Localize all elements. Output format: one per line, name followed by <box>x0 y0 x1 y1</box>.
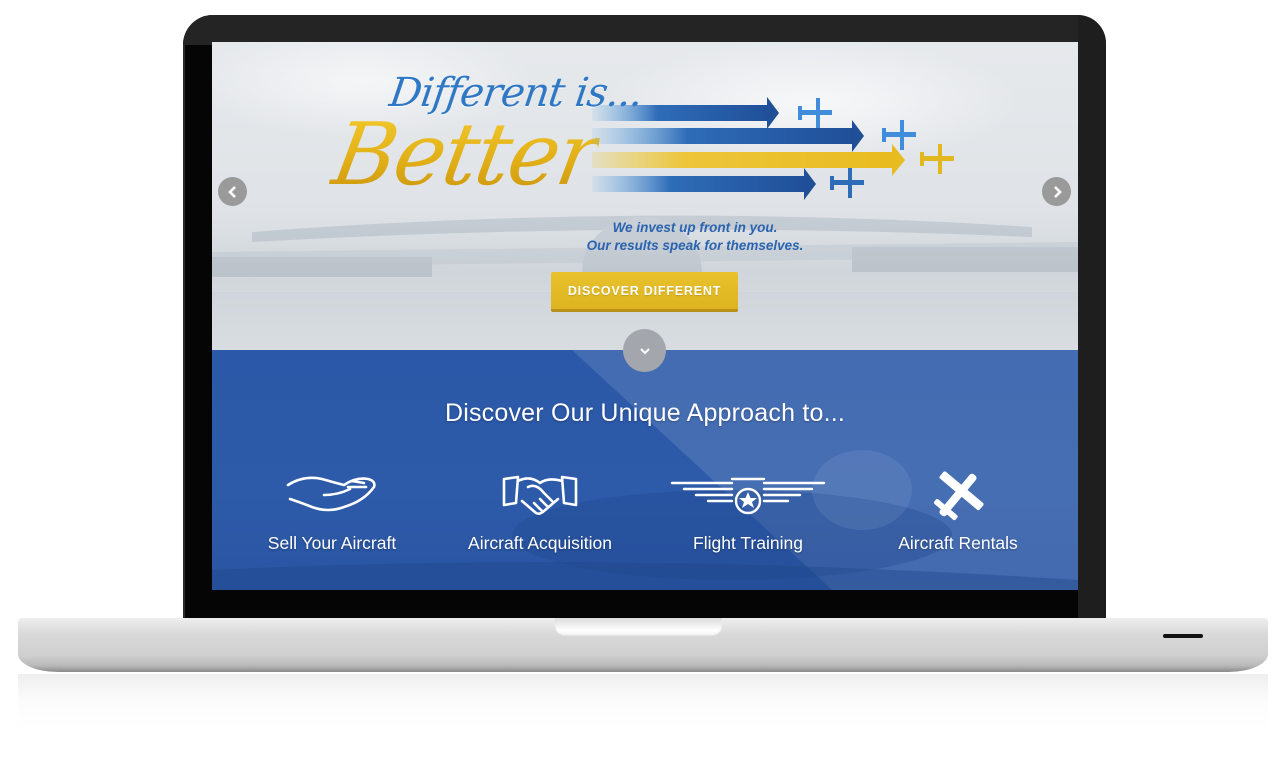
approach-title: Discover Our Unique Approach to... <box>444 399 846 427</box>
hero-slider: Different is... Better We invest up fron… <box>212 42 1078 350</box>
scroll-down-button[interactable] <box>623 329 666 372</box>
hero-subline-1: We invest up front in you. <box>612 220 778 235</box>
service-sell-your-aircraft[interactable]: Sell Your Aircraft <box>232 462 432 562</box>
service-label: Flight Training <box>693 533 803 553</box>
service-flight-training[interactable]: Flight Training <box>648 462 848 562</box>
slider-prev-button[interactable] <box>218 177 247 206</box>
arrow-2 <box>592 120 864 152</box>
plane-icon <box>920 144 954 174</box>
arrow-3 <box>592 144 905 176</box>
pilot-wings-icon <box>670 477 826 515</box>
airplane-icon <box>933 471 984 521</box>
laptop-reflection <box>18 674 1268 730</box>
plane-icon <box>798 98 832 128</box>
website-screen: Different is... Better We invest up fron… <box>212 42 1078 590</box>
formation-arrows-graphic <box>592 97 954 200</box>
service-aircraft-rentals[interactable]: Aircraft Rentals <box>858 462 1058 562</box>
sleep-indicator-light <box>1163 634 1203 638</box>
arrow-4 <box>592 168 816 200</box>
laptop-base <box>18 618 1268 672</box>
discover-different-button[interactable]: DISCOVER DIFFERENT <box>551 272 738 312</box>
plane-icon <box>882 120 916 150</box>
hero-subline-2: Our results speak for themselves. <box>586 238 804 253</box>
service-label: Aircraft Acquisition <box>468 533 612 553</box>
plane-icon <box>830 168 864 198</box>
services-list: Sell Your Aircraft Aircraft Acquisition <box>212 462 1078 582</box>
slider-next-button[interactable] <box>1042 177 1071 206</box>
headline-better: Better <box>325 105 607 205</box>
lid-notch <box>555 618 722 636</box>
open-hand-icon <box>286 476 376 512</box>
chevron-down-icon <box>639 347 650 354</box>
chevron-right-icon <box>1053 185 1062 198</box>
laptop-mockup: Different is... Better We invest up fron… <box>0 0 1280 757</box>
arrow-1 <box>592 97 779 129</box>
service-aircraft-acquisition[interactable]: Aircraft Acquisition <box>440 462 640 562</box>
service-label: Sell Your Aircraft <box>267 533 397 553</box>
service-label: Aircraft Rentals <box>898 533 1018 553</box>
bezel-shade <box>1078 15 1106 620</box>
handshake-icon <box>502 475 578 515</box>
chevron-left-icon <box>227 185 236 198</box>
